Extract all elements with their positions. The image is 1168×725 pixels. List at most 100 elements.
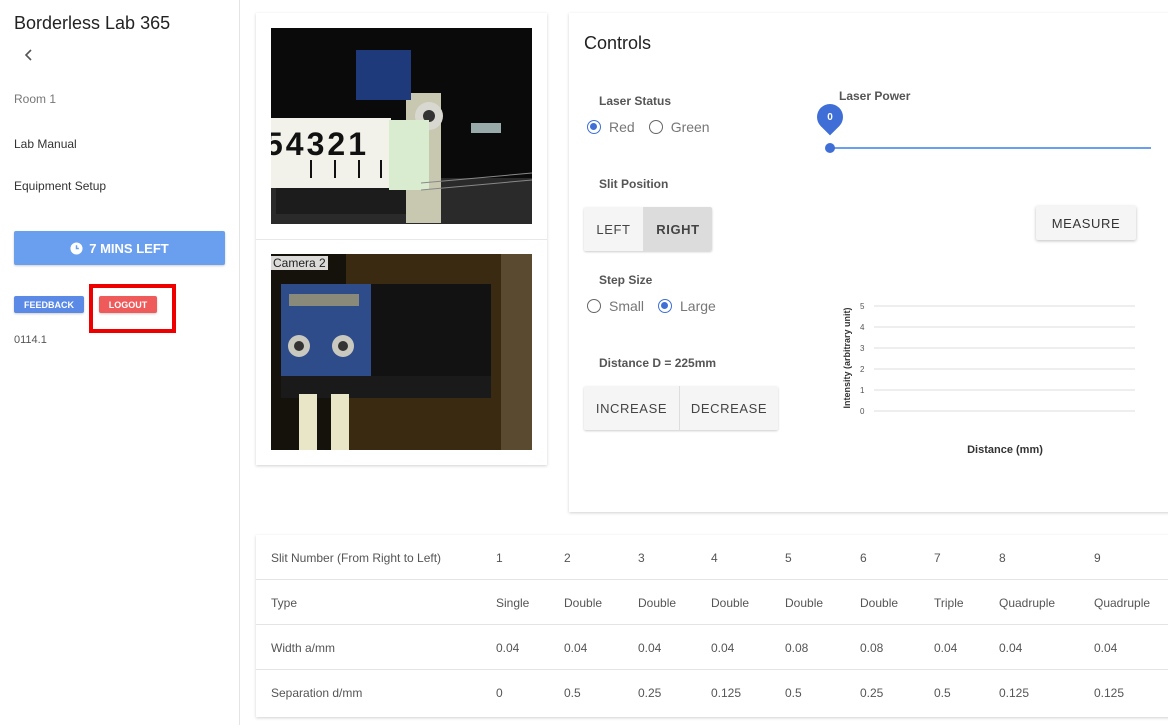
controls-panel: Controls Laser Status Red Green Laser Po…	[569, 13, 1168, 512]
slit-right-button[interactable]: RIGHT	[644, 207, 712, 251]
step-size-label: Step Size	[599, 273, 653, 287]
table-cell: Triple	[934, 595, 964, 610]
table-cell: Double	[711, 595, 750, 610]
table-cell: Double	[785, 595, 824, 610]
table-cell: 0.04	[564, 640, 588, 655]
controls-title: Controls	[584, 33, 652, 53]
table-cell: 0.08	[860, 640, 884, 655]
laser-status-radio-group: Red Green	[587, 119, 724, 135]
chart-x-axis-label: Distance (mm)	[967, 444, 1043, 456]
camera-2-feed	[271, 254, 532, 450]
back-button[interactable]	[24, 48, 40, 68]
app-title: Borderless Lab 365	[14, 13, 171, 33]
laser-power-label: Laser Power	[839, 89, 911, 103]
camera-2-image	[271, 254, 532, 450]
lab-manual-link[interactable]: Lab Manual	[14, 137, 77, 151]
version-label: 0114.1	[14, 334, 47, 346]
slit-left-button[interactable]: LEFT	[584, 207, 644, 251]
table-row: Slit Number (From Right to Left) 1 2 3 4 5 6 7 8…	[256, 535, 1168, 580]
table-row: Width a/mm 0.04 0.04 0.04 0.04 0.08 0.08 0.04 0.…	[256, 625, 1168, 670]
table-row-header: Width a/mm	[271, 640, 336, 655]
table-cell: 0.25	[638, 685, 662, 700]
table-cell: 8	[999, 550, 1006, 565]
table-cell: 9	[1094, 550, 1101, 565]
laser-green-label: Green	[670, 119, 710, 135]
chart-y-axis-label: Intensity (arbitrary unit)	[842, 307, 852, 408]
table-row-header: Separation d/mm	[271, 685, 363, 700]
table-cell: Single	[496, 595, 530, 610]
sidebar: Borderless Lab 365 Room 1 Lab Manual Equ…	[0, 0, 240, 725]
table-cell: 7	[934, 550, 941, 565]
camera-divider	[256, 239, 547, 240]
table-row: Separation d/mm 0 0.5 0.25 0.125 0.5 0.25 0.5 0.…	[256, 670, 1168, 715]
table-cell: 0.08	[785, 640, 809, 655]
table-row: Type Single Double Double Double Double Double…	[256, 580, 1168, 625]
distance-label: Distance D = 225mm	[599, 356, 717, 370]
chevron-left-icon	[24, 49, 32, 61]
clock-icon	[70, 241, 83, 255]
distance-button-group: INCREASE DECREASE	[584, 386, 778, 430]
camera-panel: 54321 Camera 2	[256, 13, 547, 465]
table-cell: 0.125	[1094, 685, 1125, 700]
camera-1-image: 54321	[271, 28, 532, 224]
slit-info-table: Slit Number (From Right to Left) 1 2 3 4 5 6 7 8…	[256, 535, 1168, 717]
table-cell: 0.04	[711, 640, 735, 655]
table-cell: Double	[564, 595, 603, 610]
step-large-radio[interactable]	[658, 299, 673, 313]
table-cell: 0.125	[999, 685, 1030, 700]
chart-y-tick-label: 2	[860, 365, 865, 374]
measure-button[interactable]: MEASURE	[1036, 206, 1136, 240]
chart-y-tick-label: 4	[860, 323, 865, 332]
table-cell: Quadruple	[999, 595, 1056, 610]
table-cell: 1	[496, 550, 503, 565]
laser-power-slider-track[interactable]	[830, 147, 1151, 149]
laser-power-slider-thumb[interactable]	[825, 143, 835, 153]
table-cell: 2	[564, 550, 571, 565]
laser-red-radio[interactable]	[587, 120, 601, 134]
table-cell: 0.5	[785, 685, 802, 700]
ruler-digits: 54321	[271, 126, 369, 162]
equipment-setup-link[interactable]: Equipment Setup	[14, 179, 106, 193]
table-cell: 4	[711, 550, 718, 565]
table-cell: Double	[860, 595, 899, 610]
chart-y-tick-label: 3	[860, 344, 865, 353]
slit-position-label: Slit Position	[599, 177, 669, 191]
table-row-header: Type	[271, 595, 298, 610]
slit-position-toggle: LEFT RIGHT	[584, 207, 712, 251]
camera-1-feed: 54321	[271, 28, 532, 224]
chart-y-tick-label: 5	[860, 302, 865, 311]
decrease-button[interactable]: DECREASE	[680, 386, 778, 430]
table-cell: 3	[638, 550, 645, 565]
table-cell: Double	[638, 595, 677, 610]
step-large-label: Large	[680, 298, 716, 314]
laser-status-label: Laser Status	[599, 94, 672, 108]
table-cell: 0.125	[711, 685, 742, 700]
table-cell: 0.5	[934, 685, 951, 700]
step-small-radio[interactable]	[587, 299, 601, 313]
step-small-label: Small	[609, 298, 645, 314]
intensity-chart: 0 1 2 3 4 5 Intensity (arbitrary unit) Distance…	[842, 302, 1135, 456]
table-cell: 0.04	[934, 640, 958, 655]
increase-button[interactable]: INCREASE	[584, 386, 680, 430]
table-row-header: Slit Number (From Right to Left)	[271, 550, 442, 565]
chart-y-tick-label: 0	[860, 407, 865, 416]
table-cell: 0.04	[999, 640, 1023, 655]
time-remaining-label: 7 MINS LEFT	[89, 240, 169, 256]
camera-2-label: Camera 2	[271, 256, 328, 270]
logout-highlight-box	[89, 284, 176, 333]
table-cell: 0	[496, 685, 503, 700]
table-cell: 0.04	[496, 640, 520, 655]
time-remaining-button[interactable]: 7 MINS LEFT	[14, 231, 225, 265]
table-cell: 0.04	[1094, 640, 1118, 655]
chart-y-tick-label: 1	[860, 386, 865, 395]
step-size-radio-group: Small Large	[587, 298, 730, 314]
feedback-button[interactable]: FEEDBACK	[14, 296, 84, 313]
table-cell: 0.04	[638, 640, 662, 655]
laser-green-radio[interactable]	[648, 120, 663, 134]
room-label: Room 1	[14, 92, 57, 106]
table-cell: 5	[785, 550, 792, 565]
table-cell: Quadruple	[1094, 595, 1151, 610]
laser-power-value: 0	[827, 111, 833, 123]
table-cell: 0.5	[564, 685, 581, 700]
table-cell: 0.25	[860, 685, 884, 700]
